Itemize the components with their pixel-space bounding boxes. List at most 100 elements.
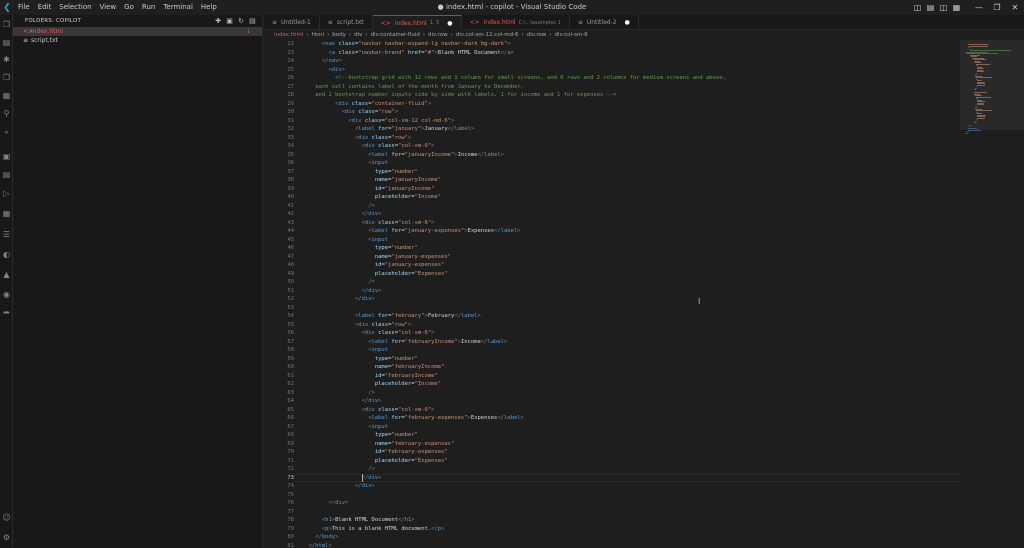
settings-gear-icon[interactable]: ⚙ bbox=[0, 531, 13, 545]
code-line[interactable]: </div> bbox=[362, 474, 382, 483]
code-line[interactable]: <label for="january">January</label> bbox=[355, 125, 474, 134]
code-line[interactable]: <div class="col-sm-6"> bbox=[362, 142, 435, 151]
tab-untitled-1[interactable]: ≡ Untitled-1 bbox=[264, 15, 320, 30]
code-line[interactable]: <div class="container-fluid"> bbox=[335, 100, 431, 109]
menu-selection[interactable]: Selection bbox=[55, 0, 95, 15]
customize-layout-icon[interactable]: ▦ bbox=[951, 0, 962, 15]
new-file-icon[interactable]: ✚ bbox=[215, 17, 221, 25]
menu-help[interactable]: Help bbox=[197, 0, 221, 15]
code-line[interactable]: <div class="col-sm-6"> bbox=[362, 329, 435, 338]
code-line[interactable]: </div> bbox=[362, 397, 382, 406]
menu-view[interactable]: View bbox=[96, 0, 121, 15]
code-line[interactable]: name="february-expenses" bbox=[375, 440, 454, 449]
code-line[interactable]: <div class="row"> bbox=[355, 134, 411, 143]
code-line[interactable]: placeholder="Income" bbox=[375, 193, 441, 202]
toggle-primary-sidebar-icon[interactable]: ◫ bbox=[912, 0, 923, 15]
code-line[interactable]: <!--bootstrap grid with 12 rows and 1 co… bbox=[335, 74, 726, 83]
code-line[interactable]: <input bbox=[368, 423, 388, 432]
code-line[interactable]: type="number" bbox=[375, 244, 418, 253]
file-item-script-txt[interactable]: ≡ script.txt bbox=[13, 36, 262, 45]
code-line[interactable]: </div> bbox=[362, 287, 382, 296]
code-line[interactable]: <input bbox=[368, 236, 388, 245]
menu-edit[interactable]: Edit bbox=[34, 0, 56, 15]
code-line[interactable]: </div> bbox=[355, 482, 375, 491]
minimize-icon[interactable]: — bbox=[970, 0, 988, 15]
breadcrumb-segment[interactable]: div.container-fluid bbox=[371, 32, 420, 38]
docker-icon[interactable]: ▦ bbox=[0, 207, 13, 221]
run-icon[interactable]: ▷ bbox=[0, 187, 13, 201]
code-line[interactable]: each cell contains label of the month fr… bbox=[315, 83, 524, 92]
code-line[interactable]: </div> bbox=[355, 295, 375, 304]
extensions-icon[interactable]: ▦ bbox=[0, 89, 13, 103]
toggle-panel-icon[interactable]: ▤ bbox=[925, 0, 936, 15]
breadcrumb-segment[interactable]: div.row bbox=[527, 32, 547, 38]
new-folder-icon[interactable]: ▣ bbox=[226, 17, 233, 25]
code-line[interactable]: <input bbox=[368, 159, 388, 168]
code-line[interactable]: id="february-expenses" bbox=[375, 448, 448, 457]
live-share-icon[interactable]: ◐ bbox=[0, 248, 13, 262]
code-line[interactable]: <h1>Blank HTML Document</h1> bbox=[322, 516, 415, 525]
code-line[interactable]: name="januaryIncome" bbox=[375, 176, 441, 185]
code-line[interactable]: <p>This is a blank HTML document.</p> bbox=[322, 525, 445, 534]
layers-icon[interactable]: ☰ bbox=[0, 228, 13, 242]
minimap[interactable] bbox=[960, 40, 1024, 548]
code-line[interactable]: <div class="row"> bbox=[342, 108, 398, 117]
remote-explorer-icon[interactable]: ▣ bbox=[0, 150, 13, 164]
tab-script-txt[interactable]: ≡ script.txt bbox=[320, 15, 373, 30]
code-line[interactable]: </body> bbox=[315, 533, 338, 542]
code-line[interactable]: <div class="row"> bbox=[355, 321, 411, 330]
code-editor[interactable]: 22 23 24 25 26 27 28 29 30 31 32 33 34 35 36 37 38 39 40 41… bbox=[264, 40, 960, 548]
code-line[interactable]: type="number" bbox=[375, 355, 418, 364]
edge-icon[interactable]: ◉ bbox=[0, 288, 13, 302]
code-line[interactable]: <div class="col-sm-6"> bbox=[362, 406, 435, 415]
toggle-secondary-sidebar-icon[interactable]: ◫ bbox=[938, 0, 949, 15]
code-line[interactable]: <label for="januaryIncome">Income</label… bbox=[368, 151, 504, 160]
code-line[interactable]: </div> bbox=[328, 499, 348, 508]
code-line[interactable]: <label for="january-expenses">Expenses</… bbox=[368, 227, 520, 236]
menu-run[interactable]: Run bbox=[138, 0, 159, 15]
code-line[interactable]: <div class="col-sm-12 col-md-6"> bbox=[348, 117, 454, 126]
code-line[interactable]: and 2 bootstrap number inputs side by si… bbox=[315, 91, 616, 100]
tab-untitled-2[interactable]: ≡ Untitled-2 ● bbox=[570, 15, 639, 30]
tab-index-html-active[interactable]: <> index.html 1, 5 ● bbox=[372, 15, 462, 30]
menu-go[interactable]: Go bbox=[120, 0, 138, 15]
breadcrumb-segment[interactable]: body bbox=[332, 32, 346, 38]
breadcrumb-segment[interactable]: div.col-sm-6 bbox=[555, 32, 588, 38]
unsaved-dot-icon[interactable]: ● bbox=[625, 19, 630, 26]
breadcrumb-segment[interactable]: div bbox=[354, 32, 362, 38]
copy-icon[interactable]: ❐ bbox=[0, 71, 13, 85]
refresh-icon[interactable]: ↻ bbox=[238, 17, 244, 25]
menu-file[interactable]: File bbox=[14, 0, 34, 15]
code-line[interactable]: <label for="februaryIncome">Income</labe… bbox=[368, 338, 507, 347]
code-line[interactable]: </nav> bbox=[322, 57, 342, 66]
close-icon[interactable]: ✕ bbox=[1006, 0, 1024, 15]
code-line[interactable]: </div> bbox=[362, 210, 382, 219]
breadcrumb-segment[interactable]: index.html bbox=[274, 32, 303, 38]
share-icon[interactable]: ➦ bbox=[0, 306, 13, 320]
source-control-icon[interactable]: ⚬ bbox=[0, 126, 13, 140]
code-line[interactable]: /> bbox=[368, 389, 375, 398]
tab-index-html-examples[interactable]: <> index.html C:\...\examples 1 bbox=[462, 15, 570, 30]
code-line[interactable]: type="number" bbox=[375, 168, 418, 177]
code-line[interactable]: <div> bbox=[328, 66, 345, 75]
azure-icon[interactable]: ▲ bbox=[0, 268, 13, 282]
code-line[interactable]: <label for="february">February</label> bbox=[355, 312, 481, 321]
code-line[interactable]: </html> bbox=[309, 542, 332, 548]
restore-icon[interactable]: ❐ bbox=[988, 0, 1006, 15]
search-icon[interactable]: ⚲ bbox=[0, 107, 13, 121]
code-line[interactable]: placeholder="Expenses" bbox=[375, 270, 448, 279]
explorer-icon[interactable]: ❐ bbox=[0, 18, 13, 32]
code-line[interactable]: id="januaryIncome" bbox=[375, 185, 435, 194]
file-item-index-html[interactable]: <> index.html 1 bbox=[13, 27, 262, 36]
code-line[interactable]: placeholder="Income" bbox=[375, 380, 441, 389]
code-line[interactable]: name="februaryIncome" bbox=[375, 363, 445, 372]
code-line[interactable]: id="january-expenses" bbox=[375, 261, 445, 270]
code-line[interactable]: placeholder="Expenses" bbox=[375, 457, 448, 466]
breadcrumb-segment[interactable]: div.col-sm-12.col-md-6 bbox=[456, 32, 519, 38]
testing-icon[interactable]: ▤ bbox=[0, 168, 13, 182]
unsaved-dot-icon[interactable]: ● bbox=[447, 20, 452, 27]
code-line[interactable]: <a class="navbar-brand" href="#">Blank H… bbox=[328, 49, 513, 58]
code-line[interactable]: <div class="col-sm-6"> bbox=[362, 219, 435, 228]
code-line[interactable]: /> bbox=[368, 278, 375, 287]
files-icon[interactable]: ▤ bbox=[0, 36, 13, 50]
